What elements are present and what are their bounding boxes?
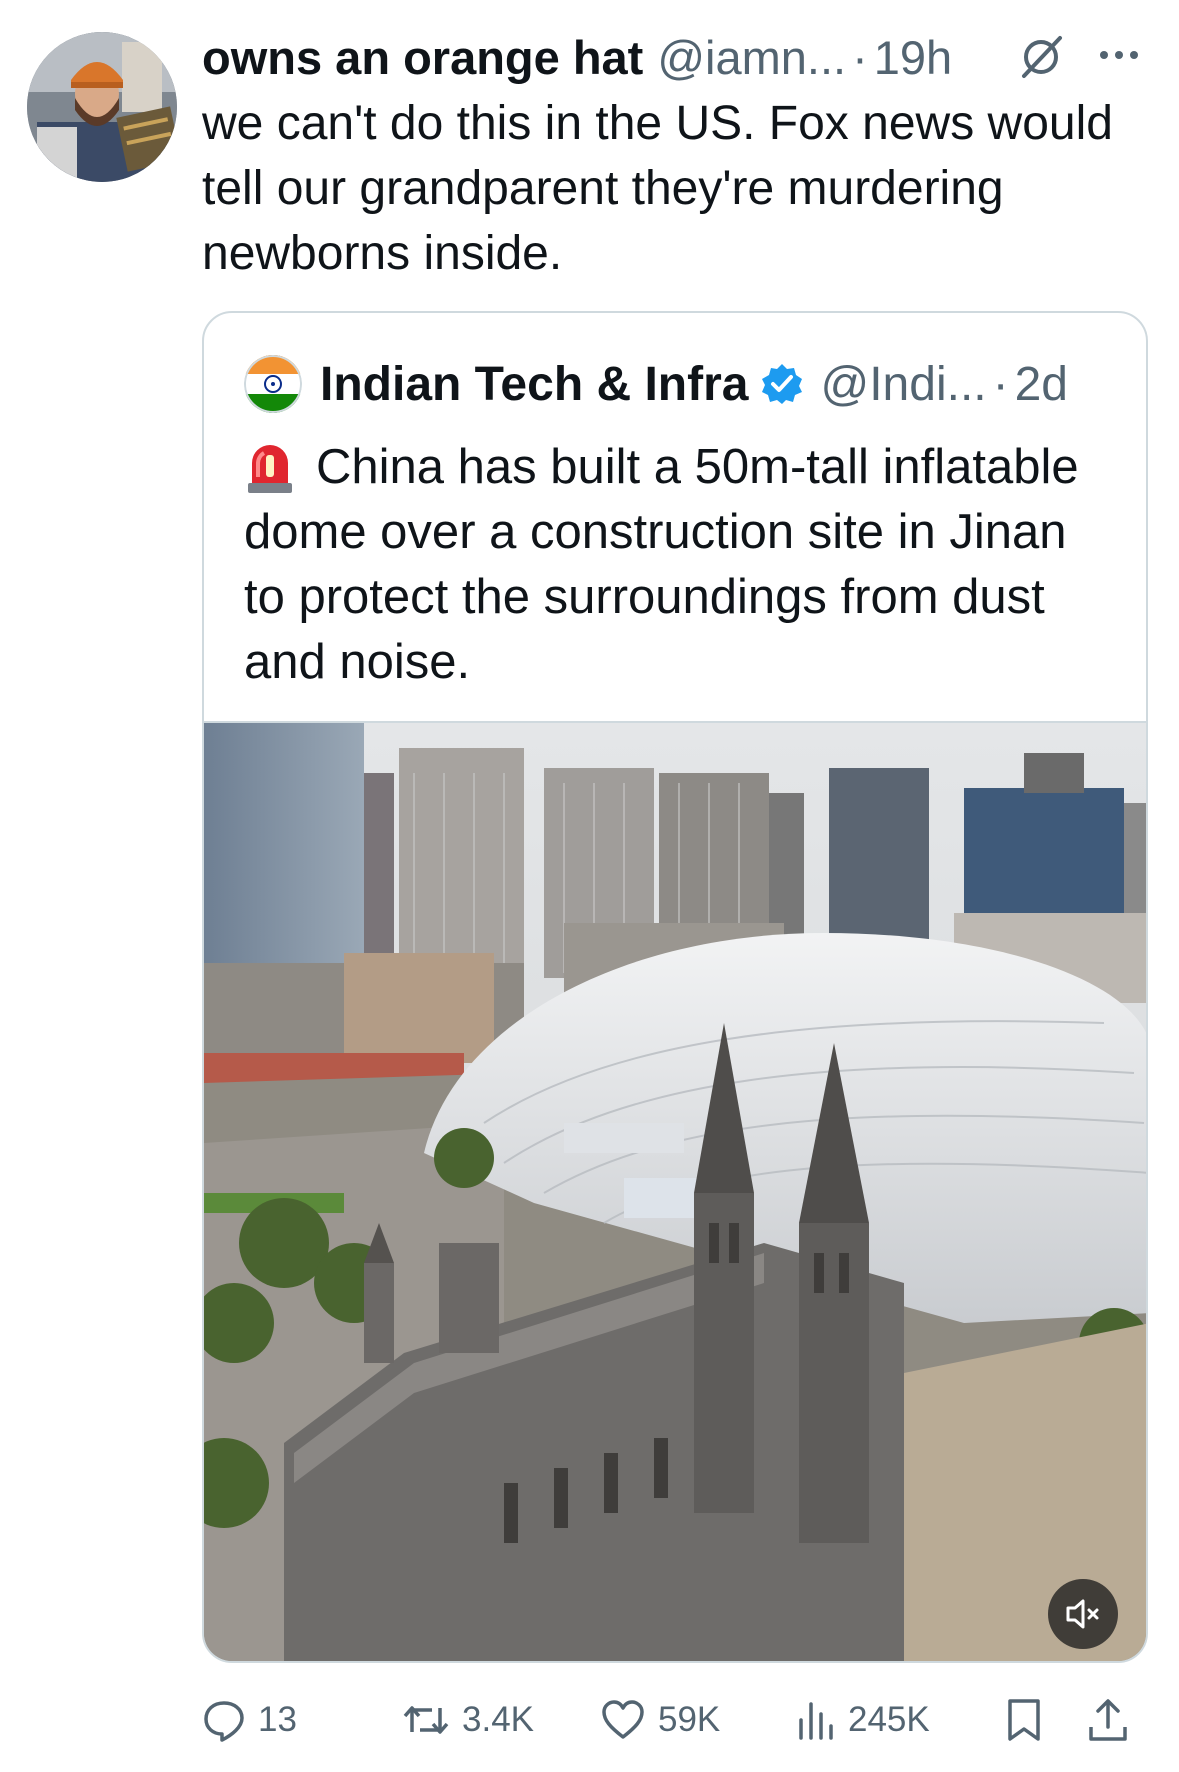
grok-icon[interactable] [1016,32,1066,82]
reply-icon [204,1701,244,1742]
repost-button[interactable]: 3.4K [402,1690,534,1750]
more-icon[interactable] [1096,40,1142,70]
repost-icon [403,1706,449,1734]
analytics-icon [799,1702,833,1740]
like-button[interactable]: 59K [600,1690,720,1750]
video-frame [204,723,1146,1661]
bookmark-icon [1008,1699,1040,1741]
share-icon [1089,1699,1127,1741]
quote-text-block: China has built a 50m-tall inflatable do… [244,435,1114,695]
like-count: 59K [658,1700,721,1739]
siren-emoji-icon [248,445,292,493]
views-button[interactable]: 245K [796,1690,930,1750]
author-avatar[interactable] [27,32,177,182]
author-name[interactable]: owns an orange hat [202,30,643,85]
quote-time[interactable]: 2d [1015,357,1068,412]
quote-author-name[interactable]: Indian Tech & Infra [320,357,748,412]
separator-dot: · [852,30,868,84]
reply-count: 13 [258,1700,297,1739]
mute-button[interactable] [1048,1579,1118,1649]
action-bar: 13 3.4K 59K 245K [202,1690,1142,1750]
bookmark-button[interactable] [1004,1690,1056,1750]
verified-badge-icon [762,364,803,404]
quoted-tweet[interactable]: Indian Tech & Infra @Indi... · 2d China … [202,311,1148,1663]
views-count: 245K [848,1700,930,1739]
reply-button[interactable]: 13 [202,1690,297,1750]
quote-separator-dot: · [992,357,1009,411]
tweet-header: owns an orange hat @iamn... · 19h [202,24,1152,90]
quote-media-video[interactable] [204,721,1146,1661]
tweet-time[interactable]: 19h [874,30,952,85]
quote-author-avatar[interactable] [244,355,302,413]
heart-icon [602,1700,644,1739]
quote-author-handle[interactable]: @Indi... [820,357,986,412]
share-button[interactable] [1086,1690,1142,1750]
quote-text: China has built a 50m-tall inflatable do… [244,440,1079,689]
quote-header: Indian Tech & Infra @Indi... · 2d [320,349,1068,419]
author-handle[interactable]: @iamn... [657,30,846,85]
repost-count: 3.4K [462,1700,534,1739]
speaker-muted-icon [1066,1599,1099,1629]
tweet-text: we can't do this in the US. Fox news wou… [202,97,1113,280]
